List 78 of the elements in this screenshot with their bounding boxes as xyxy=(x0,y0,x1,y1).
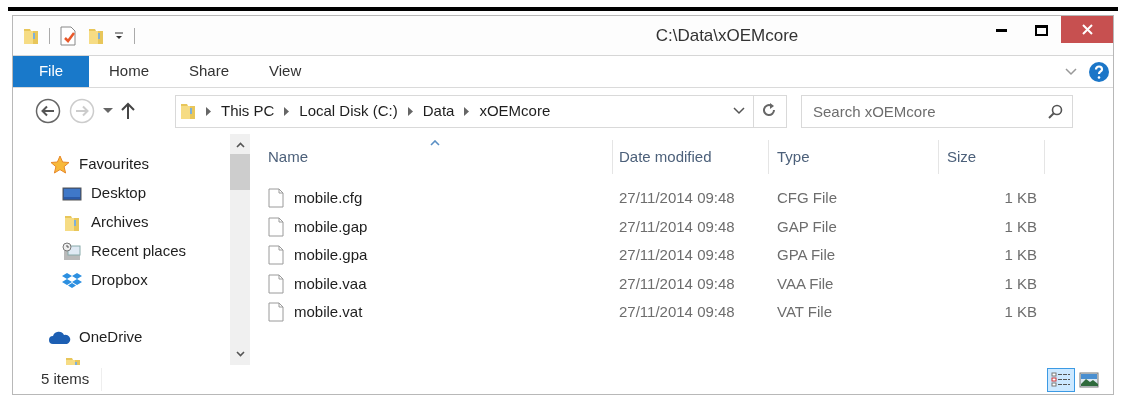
breadcrumb-item[interactable]: Local Disk (C:) xyxy=(299,99,398,123)
close-icon xyxy=(1081,24,1093,35)
file-type: CFG File xyxy=(777,189,837,206)
cloud-icon xyxy=(49,330,71,345)
scroll-up-icon[interactable] xyxy=(235,142,245,148)
file-name[interactable]: mobile.vaa xyxy=(294,272,367,295)
landscape-icon xyxy=(1079,371,1099,388)
folder-icon xyxy=(64,213,80,232)
column-header[interactable]: Type xyxy=(769,140,939,174)
navigation-item[interactable]: Favourites xyxy=(79,153,150,176)
details-view-button[interactable] xyxy=(1047,367,1075,392)
file-name[interactable]: mobile.gpa xyxy=(294,244,368,267)
date-modified: 27/11/2014 09:48 xyxy=(619,274,735,292)
file-icon xyxy=(268,302,284,323)
chevron-right-icon[interactable] xyxy=(407,106,413,116)
item-count: 5 items xyxy=(41,368,103,391)
column-header[interactable]: Name xyxy=(258,140,613,174)
recent-places-icon xyxy=(62,241,82,262)
date-modified: 27/11/2014 09:48 xyxy=(619,189,735,206)
file-size: 1 KB xyxy=(1004,302,1037,322)
ribbon-tab[interactable]: View xyxy=(249,56,322,87)
monitor-icon xyxy=(62,185,82,202)
details-view-icon xyxy=(1051,371,1071,388)
scrollbar-thumb[interactable] xyxy=(230,154,250,190)
search-field[interactable]: Search xOEMcore xyxy=(801,94,1073,128)
help-icon[interactable] xyxy=(1089,61,1109,82)
file-type: GAP File xyxy=(777,217,837,235)
properties-icon[interactable] xyxy=(60,25,78,46)
address-bar[interactable]: This PC Local Disk (C:) Data xOEMcore xyxy=(175,94,787,128)
navigation-item[interactable]: Archives xyxy=(91,211,149,234)
file-size: 1 KB xyxy=(1004,216,1037,237)
chevron-right-icon[interactable] xyxy=(284,106,290,116)
chevron-right-icon[interactable] xyxy=(206,106,211,116)
new-folder-icon xyxy=(88,26,104,45)
file-type: VAT File xyxy=(777,303,832,320)
dropdown-icon[interactable] xyxy=(114,30,124,41)
file-icon xyxy=(268,216,284,237)
file-type: GPA File xyxy=(777,246,836,263)
caret-icon[interactable] xyxy=(103,108,113,114)
navigation-item[interactable]: Desktop xyxy=(91,182,147,205)
folder-icon xyxy=(23,26,39,45)
dropbox-icon xyxy=(62,271,82,290)
file-icon xyxy=(268,245,284,266)
chevron-right-icon[interactable] xyxy=(464,106,470,116)
navigation-item[interactable]: OneDrive xyxy=(79,326,143,349)
scrollbar[interactable] xyxy=(230,134,250,365)
folder-icon xyxy=(180,102,196,120)
file-size: 1 KB xyxy=(1004,188,1037,208)
file-size: 1 KB xyxy=(1004,273,1037,294)
breadcrumb-item[interactable]: Data xyxy=(422,99,455,123)
file-icon xyxy=(268,188,284,209)
up-arrow-icon[interactable] xyxy=(121,102,135,120)
date-modified: 27/11/2014 09:48 xyxy=(619,217,735,235)
file-name[interactable]: mobile.cfg xyxy=(294,187,363,210)
file-icon xyxy=(268,273,284,294)
star-icon xyxy=(50,154,70,175)
navigation-item[interactable]: Recent places xyxy=(91,240,187,263)
file-name[interactable]: mobile.gap xyxy=(294,215,368,238)
breadcrumb-item[interactable]: This PC xyxy=(221,99,275,123)
date-modified: 27/11/2014 09:48 xyxy=(619,246,735,263)
navigation-item[interactable]: Dropbox xyxy=(91,269,148,292)
window-title: C:\Data\xOEMcore xyxy=(655,24,799,47)
search-icon[interactable] xyxy=(1048,103,1063,119)
date-modified: 27/11/2014 09:48 xyxy=(619,303,735,320)
file-name[interactable]: mobile.vat xyxy=(294,301,363,324)
back-icon[interactable] xyxy=(35,98,61,124)
column-header[interactable]: Date modified xyxy=(613,140,769,174)
column-header[interactable]: Size xyxy=(939,140,1045,174)
chevron-down-icon[interactable] xyxy=(733,107,745,115)
ribbon-tab[interactable]: Home xyxy=(89,56,169,87)
file-type: VAA File xyxy=(777,274,834,292)
close-button[interactable] xyxy=(1061,16,1113,43)
refresh-icon[interactable] xyxy=(763,103,777,119)
file-menu-button[interactable]: File xyxy=(13,56,89,87)
file-size: 1 KB xyxy=(1004,245,1037,265)
breadcrumb-item[interactable]: xOEMcore xyxy=(479,99,551,123)
scroll-down-icon[interactable] xyxy=(235,351,245,357)
ribbon-tab[interactable]: Share xyxy=(169,56,250,87)
